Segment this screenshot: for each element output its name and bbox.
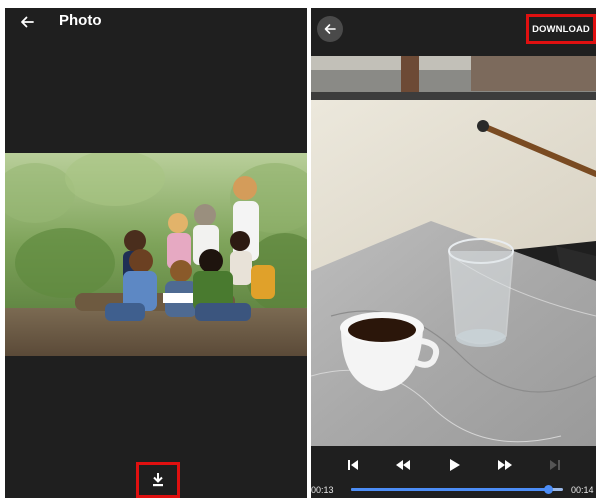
download-icon (153, 473, 163, 487)
video-viewer-panel: DOWNLOAD 00:13 00:14 (311, 8, 596, 498)
seek-progress (351, 488, 549, 491)
video-frame (311, 56, 596, 446)
arrow-left-icon (21, 16, 34, 28)
back-button[interactable] (17, 12, 37, 32)
play-button[interactable] (442, 452, 468, 478)
skip-next-button[interactable] (542, 452, 568, 478)
total-time: 00:14 (571, 485, 594, 495)
arrow-left-icon (324, 24, 336, 34)
download-button[interactable] (136, 462, 180, 498)
coffee-and-water-video (311, 56, 596, 446)
children-reading-photo (5, 153, 307, 356)
back-button[interactable] (317, 16, 343, 42)
current-time: 00:13 (311, 485, 334, 495)
page-title: Photo (59, 12, 102, 29)
fast-forward-button[interactable] (492, 452, 518, 478)
download-button[interactable]: DOWNLOAD (526, 14, 596, 44)
photo-image (5, 153, 307, 356)
skip-next-icon (550, 460, 560, 470)
rewind-icon (396, 460, 410, 470)
skip-previous-button[interactable] (340, 452, 366, 478)
seek-bar[interactable] (351, 485, 563, 494)
skip-previous-icon (348, 460, 358, 470)
photo-viewer-header: Photo (5, 8, 307, 38)
rewind-button[interactable] (390, 452, 416, 478)
fast-forward-icon (498, 460, 512, 470)
photo-viewer-panel: Photo (5, 8, 307, 498)
play-icon (450, 459, 460, 471)
